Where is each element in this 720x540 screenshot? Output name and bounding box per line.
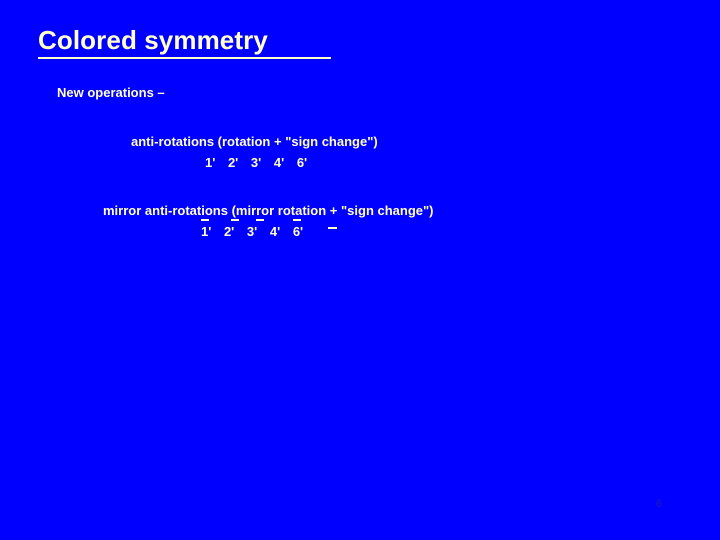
symbol-4-prime: 4' xyxy=(274,153,284,173)
symbol-text: 3' xyxy=(246,224,258,239)
overbar-mark xyxy=(230,219,239,221)
symbol-text: 2' xyxy=(223,224,235,239)
symbol-text: 4' xyxy=(269,224,281,239)
overbar-mark xyxy=(201,219,209,221)
symbol-text: 4' xyxy=(273,155,285,170)
symbol-bar-6-prime: 6' xyxy=(292,219,304,242)
symbol-text: 2' xyxy=(227,155,239,170)
symbol-bar-3-prime: 3' xyxy=(246,219,264,242)
symbol-bar-2-prime: 2' xyxy=(223,219,239,242)
symbol-text: 1' xyxy=(205,155,216,170)
overbar-mark xyxy=(292,219,301,221)
symbol-text: 6' xyxy=(292,224,304,239)
symbol-text: 6' xyxy=(296,155,308,170)
symbol-2-prime: 2' xyxy=(228,153,238,173)
symbol-1-prime: 1' xyxy=(205,153,215,173)
anti-rotations-group: anti-rotations (rotation + "sign change"… xyxy=(131,133,378,173)
anti-rotations-symbol-row: 1' 2' 3' 4' 6' xyxy=(131,153,378,173)
symbol-text: 3' xyxy=(250,155,262,170)
page-number: 6 xyxy=(655,498,662,510)
page-title: Colored symmetry xyxy=(38,25,268,55)
symbol-6-prime: 6' xyxy=(297,153,307,173)
slide-canvas: Colored symmetry New operations – anti-r… xyxy=(0,0,720,540)
symbol-bar-4-prime: 4' xyxy=(270,222,280,242)
trailing-overbar-mark xyxy=(327,227,337,229)
symbol-text: 1' xyxy=(201,224,212,239)
symbol-bar-1-prime: 1' xyxy=(201,219,212,242)
title-underline-rule xyxy=(38,57,331,59)
mirror-anti-rotations-symbol-row: 1' 2' 3' 4' 6' xyxy=(103,219,434,242)
symbol-3-prime: 3' xyxy=(251,153,261,173)
overbar-mark xyxy=(255,219,264,221)
title-block: Colored symmetry xyxy=(38,25,333,59)
mirror-anti-rotations-heading: mirror anti-rotations (mirror rotation +… xyxy=(103,203,434,218)
anti-rotations-heading: anti-rotations (rotation + "sign change"… xyxy=(131,134,378,149)
mirror-anti-rotations-group: mirror anti-rotations (mirror rotation +… xyxy=(103,202,434,242)
lead-text: New operations – xyxy=(57,85,165,100)
